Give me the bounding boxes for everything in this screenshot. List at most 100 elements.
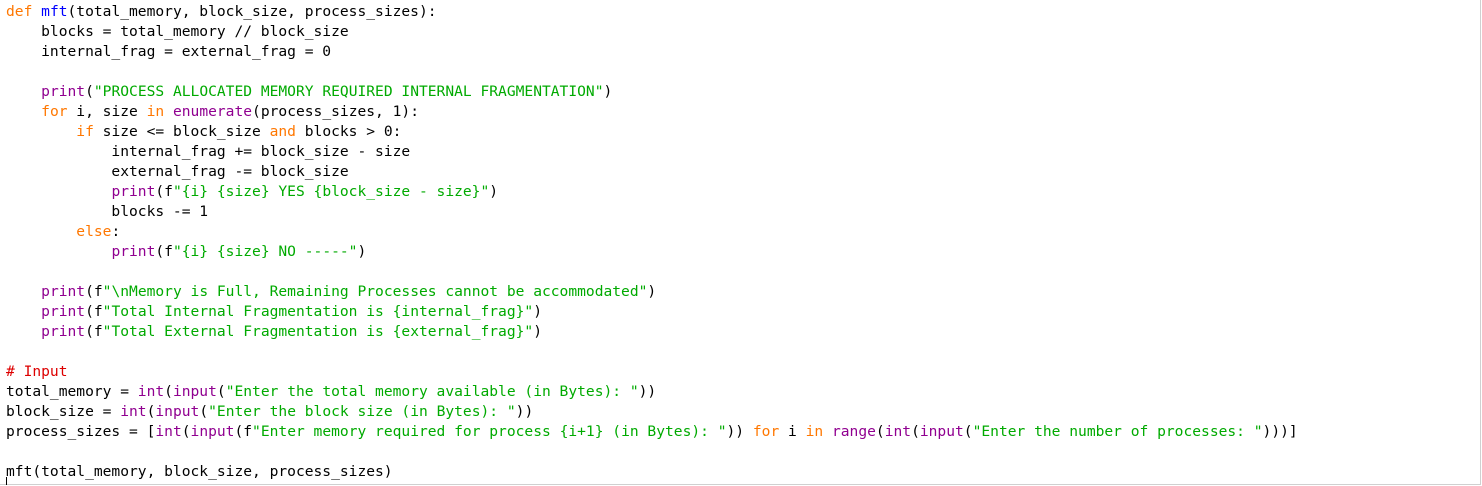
code-line: internal_frag = external_frag = 0 [6,42,1298,62]
keyword-token: else [76,223,112,240]
code-token: (f [155,183,173,200]
code-token: ( [85,83,94,100]
builtin-token: input [190,423,235,440]
code-token: internal_frag = external_frag = 0 [6,43,332,60]
code-token: ) [489,183,499,200]
builtin-token: int [137,383,165,400]
code-token: total_memory = [6,383,138,400]
code-line: external_frag -= block_size [6,162,1298,182]
builtin-token: print [41,283,86,300]
code-token: (f [85,323,103,340]
code-token: ( [181,423,191,440]
code-line: internal_frag += block_size - size [6,142,1298,162]
code-token: )) [638,383,657,400]
code-token: ) [533,323,542,340]
builtin-token: int [155,423,182,440]
code-line: # Input [6,362,1298,382]
code-token: ( [911,423,920,440]
code-token: ) [603,83,613,100]
string-token: "{i} {size} YES {block_size - size}" [172,183,490,200]
code-line: def mft(total_memory, block_size, proces… [6,2,1298,22]
code-token: (f [85,303,103,320]
code-line: blocks -= 1 [6,202,1298,222]
code-line: else: [6,222,1298,242]
code-token: blocks = total_memory // block_size [6,23,349,40]
builtin-token: input [155,403,200,420]
code-token: (f [85,283,103,300]
code-token: : [111,223,121,240]
code-token: mft(total_memory, block_size, process_si… [6,463,393,480]
comment-token: # Input [6,363,68,380]
code-token: ( [199,403,209,420]
code-token: blocks -= 1 [6,203,209,220]
code-token: ) [647,283,657,300]
string-token: "Enter the block size (in Bytes): " [208,403,516,420]
code-line: total_memory = int(input("Enter the tota… [6,382,1298,402]
code-editor[interactable]: def mft(total_memory, block_size, proces… [0,0,1481,485]
builtin-token: enumerate [172,103,253,120]
code-line: print(f"Total External Fragmentation is … [6,322,1298,342]
code-token: ) [357,243,367,260]
keyword-token: in [146,103,165,120]
keyword-token: for [752,423,780,440]
code-token: (total_memory, block_size, process_sizes… [67,3,437,20]
code-line: print(f"{i} {size} NO -----") [6,242,1298,262]
code-line: print("PROCESS ALLOCATED MEMORY REQUIRED… [6,82,1298,102]
code-line: print(f"\nMemory is Full, Remaining Proc… [6,282,1298,302]
code-token: ( [164,383,173,400]
string-token: "Enter memory required for process {i+1}… [252,423,727,440]
string-token: "Total External Fragmentation is {extern… [102,323,534,340]
builtin-token: print [41,303,86,320]
keyword-token: and [269,123,296,140]
code-token: )) [726,423,753,440]
code-token: block_size = [6,403,121,420]
code-token: process_sizes = [ [6,423,156,440]
string-token: "Total Internal Fragmentation is {intern… [102,303,534,320]
code-line: block_size = int(input("Enter the block … [6,402,1298,422]
code-token: (process_sizes, 1): [252,103,419,120]
string-token: "{i} {size} NO -----" [172,243,358,260]
string-token: "Enter the total memory available (in By… [225,383,639,400]
code-token: )))] [1262,423,1298,440]
function-name-token: mft [41,3,68,20]
code-line: print(f"{i} {size} YES {block_size - siz… [6,182,1298,202]
code-line: mft(total_memory, block_size, process_si… [6,462,1298,482]
builtin-token: int [120,403,147,420]
keyword-token: in [805,423,824,440]
code-token: ( [875,423,885,440]
builtin-token: range [831,423,876,440]
code-token: ) [533,303,542,320]
builtin-token: input [919,423,964,440]
builtin-token: print [111,243,156,260]
code-token: size <= block_size [93,123,270,140]
code-line: print(f"Total Internal Fragmentation is … [6,302,1298,322]
string-token: "\nMemory is Full, Remaining Processes c… [102,283,648,300]
code-line: process_sizes = [int(input(f"Enter memor… [6,422,1298,442]
code-text-area[interactable]: def mft(total_memory, block_size, proces… [6,2,1298,482]
code-token: i [779,423,806,440]
code-token: external_frag -= block_size [6,163,349,180]
code-token: ( [216,383,226,400]
code-token: blocks > 0: [295,123,402,140]
builtin-token: int [884,423,912,440]
builtin-token: print [41,323,86,340]
code-token: (f [234,423,253,440]
keyword-token: for [41,103,68,120]
builtin-token: print [111,183,156,200]
builtin-token: print [41,83,86,100]
code-token: internal_frag += block_size - size [6,143,411,160]
code-line: if size <= block_size and blocks > 0: [6,122,1298,142]
